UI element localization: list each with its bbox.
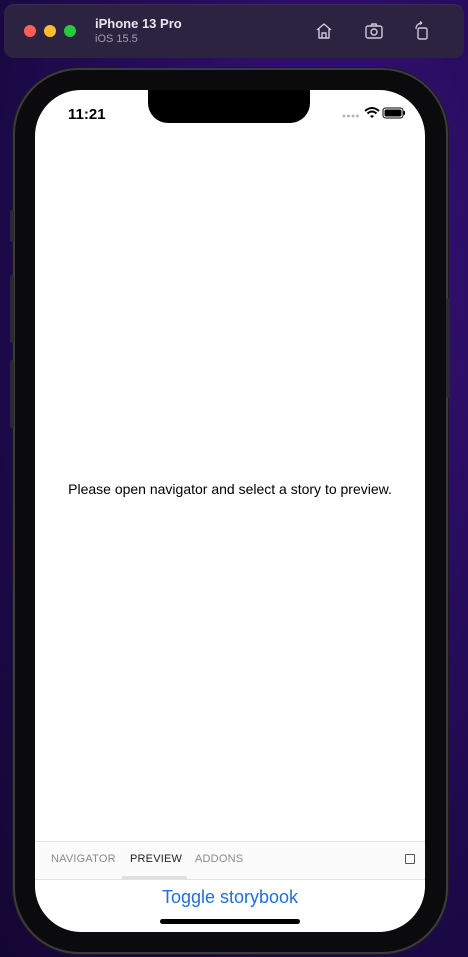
minimize-window-button[interactable] — [44, 25, 56, 37]
fullscreen-toggle-icon[interactable] — [405, 854, 415, 864]
status-icons — [341, 105, 405, 121]
battery-icon — [382, 107, 405, 119]
active-tab-indicator — [122, 876, 187, 879]
home-icon[interactable] — [314, 21, 334, 41]
device-screen: 11:21 Please open navigator and select a… — [35, 90, 425, 932]
volume-down-button — [10, 360, 14, 428]
tab-preview[interactable]: PREVIEW — [130, 853, 182, 865]
device-name: iPhone 13 Pro — [95, 16, 182, 31]
preview-message: Please open navigator and select a story… — [68, 481, 392, 497]
notch — [148, 90, 310, 123]
tab-navigator[interactable]: NAVIGATOR — [51, 853, 116, 865]
status-time: 11:21 — [68, 106, 106, 123]
os-version: iOS 15.5 — [95, 33, 138, 45]
rotate-icon[interactable] — [412, 20, 432, 41]
volume-up-button — [10, 275, 14, 343]
signal-dots-icon — [342, 114, 359, 118]
power-button — [446, 298, 450, 398]
mute-switch — [10, 210, 14, 242]
home-indicator — [160, 919, 300, 924]
toggle-storybook-button[interactable]: Toggle storybook — [35, 887, 425, 908]
wifi-icon — [364, 107, 380, 118]
screenshot-icon[interactable] — [364, 21, 384, 41]
close-window-button[interactable] — [24, 25, 36, 37]
zoom-window-button[interactable] — [64, 25, 76, 37]
tab-addons[interactable]: ADDONS — [195, 853, 243, 865]
simulator-title-bar: iPhone 13 Pro iOS 15.5 — [4, 4, 464, 58]
storybook-tab-bar: NAVIGATOR PREVIEW ADDONS — [35, 841, 425, 880]
